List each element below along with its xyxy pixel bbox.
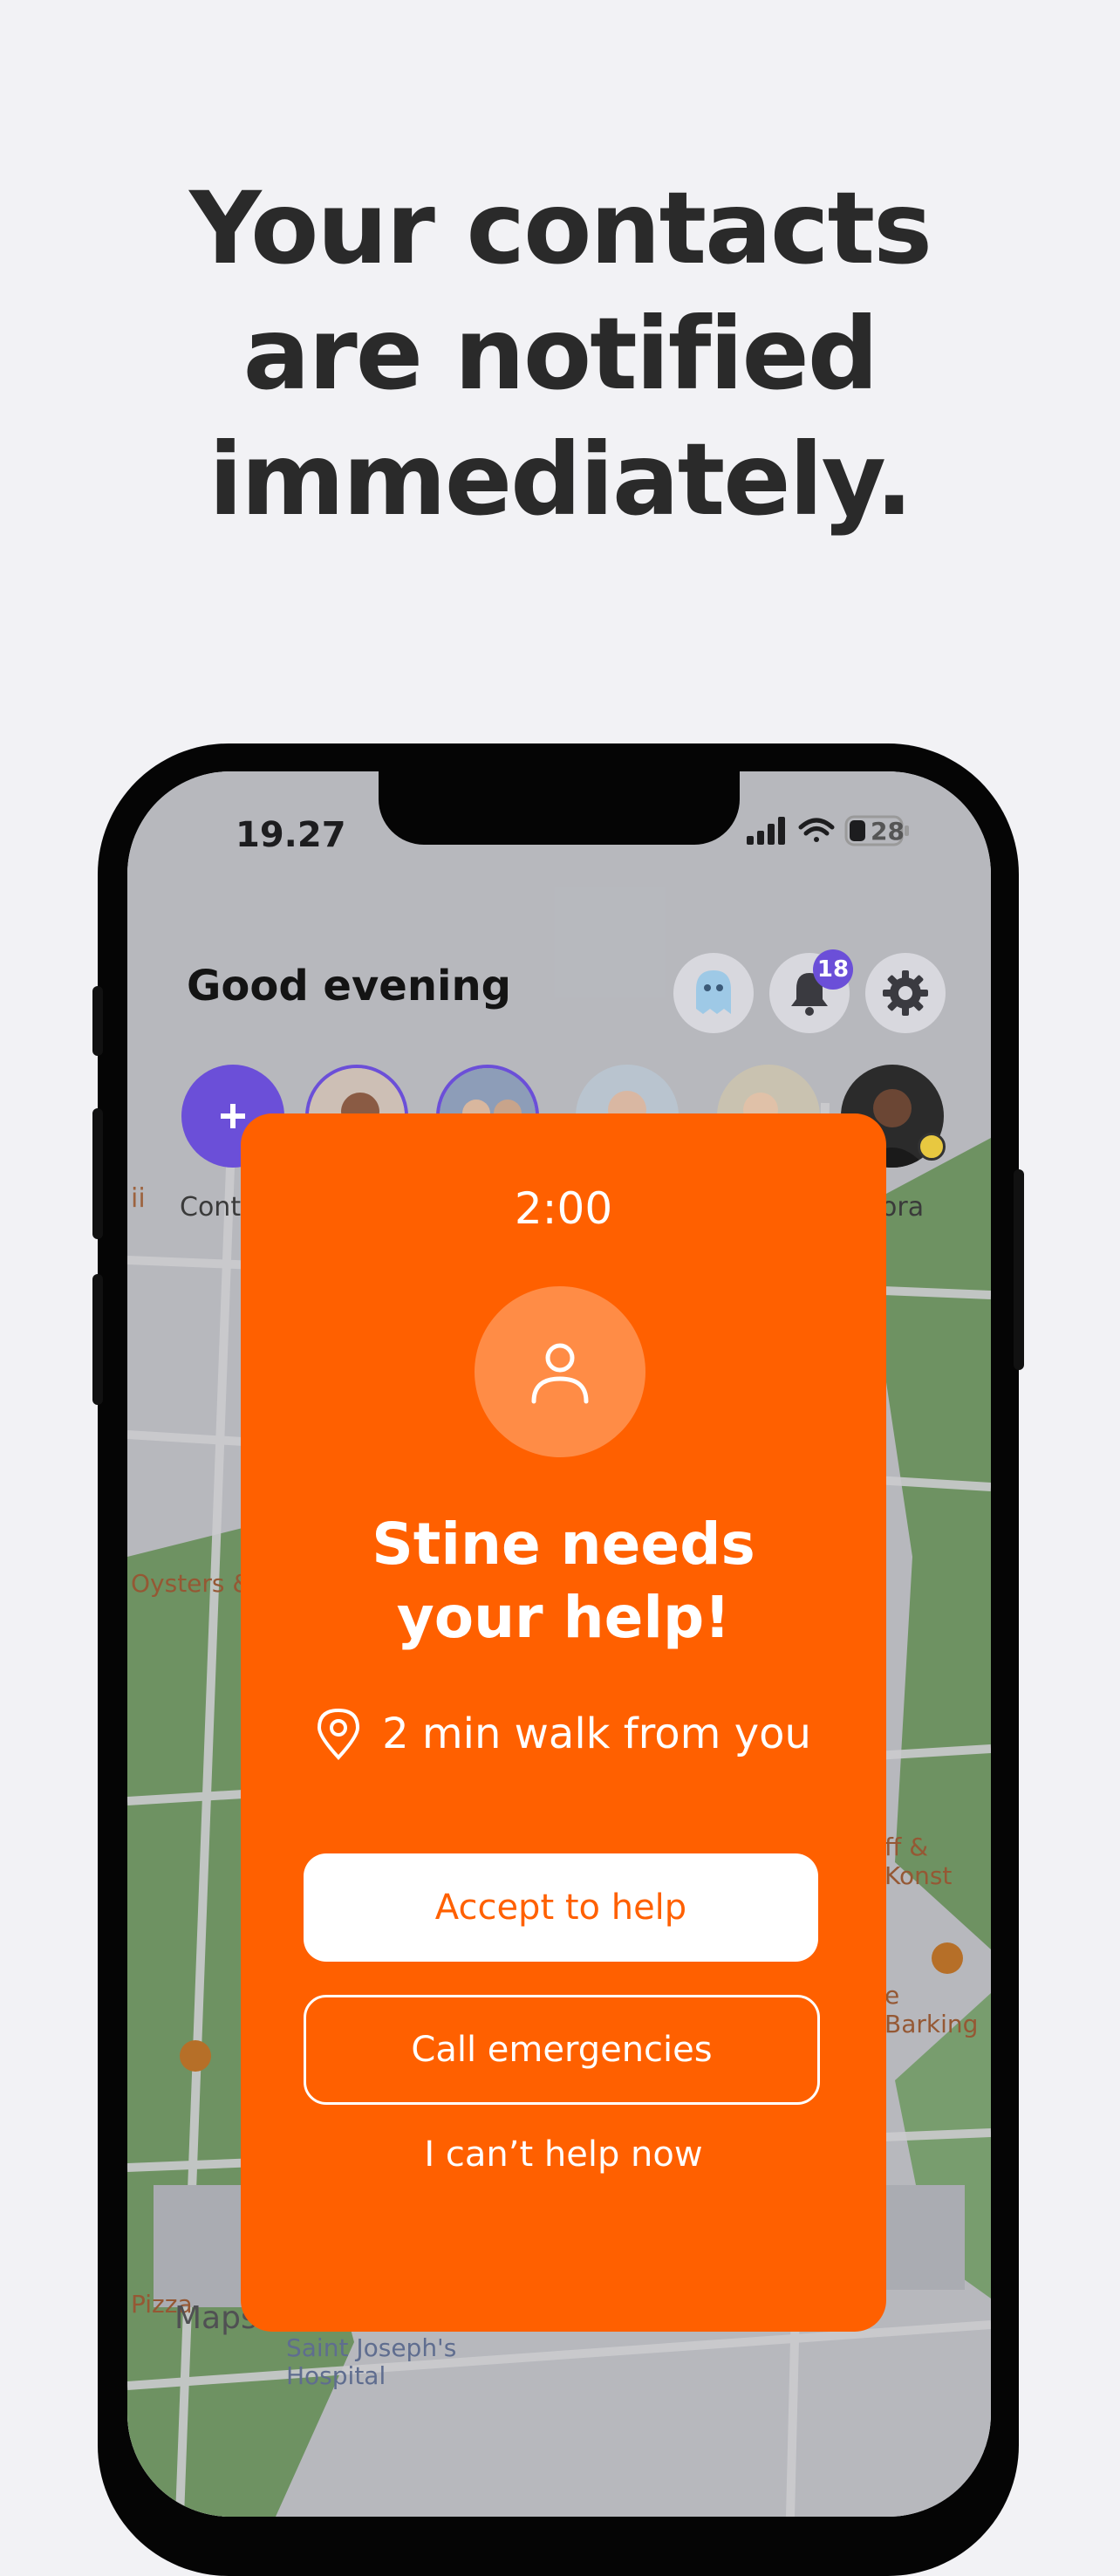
alert-title-line-1: Stine needs — [372, 1511, 755, 1578]
decline-help-button[interactable]: I can’t help now — [241, 2134, 886, 2175]
call-emergencies-button[interactable]: Call emergencies — [304, 1995, 820, 2105]
person-icon — [531, 1343, 589, 1404]
notifications-button[interactable]: 18 — [769, 949, 853, 1033]
phone-side-button-power — [1014, 1169, 1024, 1370]
wifi-icon — [798, 818, 835, 842]
contact-status-dot — [918, 1133, 946, 1161]
phone-side-button-volume-down — [92, 1274, 103, 1405]
phone-side-button-volume-up — [92, 1108, 103, 1239]
distance-text: 2 min walk from you — [382, 1709, 811, 1758]
alert-title: Stine needs your help! — [241, 1508, 886, 1655]
status-time: 19.27 — [236, 815, 346, 855]
headline-line-1: Your contacts — [189, 170, 932, 286]
headline: Your contacts are notified immediately. — [0, 166, 1120, 543]
contact-label: ora — [881, 1192, 925, 1223]
distance-info: 2 min walk from you — [241, 1707, 886, 1761]
phone-notch — [379, 771, 740, 845]
ghost-mode-button[interactable] — [673, 953, 754, 1033]
requester-avatar — [475, 1286, 645, 1457]
alert-title-line-2: your help! — [396, 1584, 731, 1651]
ghost-icon — [696, 970, 731, 1014]
phone-side-button-mute — [92, 986, 103, 1056]
location-pin-icon — [318, 1708, 360, 1760]
settings-button[interactable] — [865, 953, 946, 1033]
accept-help-button[interactable]: Accept to help — [304, 1853, 818, 1962]
countdown-timer: 2:00 — [514, 1183, 613, 1234]
notifications-badge: 18 — [813, 949, 853, 990]
gear-icon — [883, 970, 928, 1016]
headline-line-2: are notified — [242, 296, 879, 412]
greeting-title: Good evening — [187, 962, 511, 1011]
battery-percentage: 28 — [871, 817, 905, 846]
headline-line-3: immediately. — [208, 421, 913, 538]
help-request-modal: 2:00 Stine needs your help! 2 min walk f… — [241, 1113, 886, 2332]
cellular-signal-icon — [747, 817, 785, 845]
